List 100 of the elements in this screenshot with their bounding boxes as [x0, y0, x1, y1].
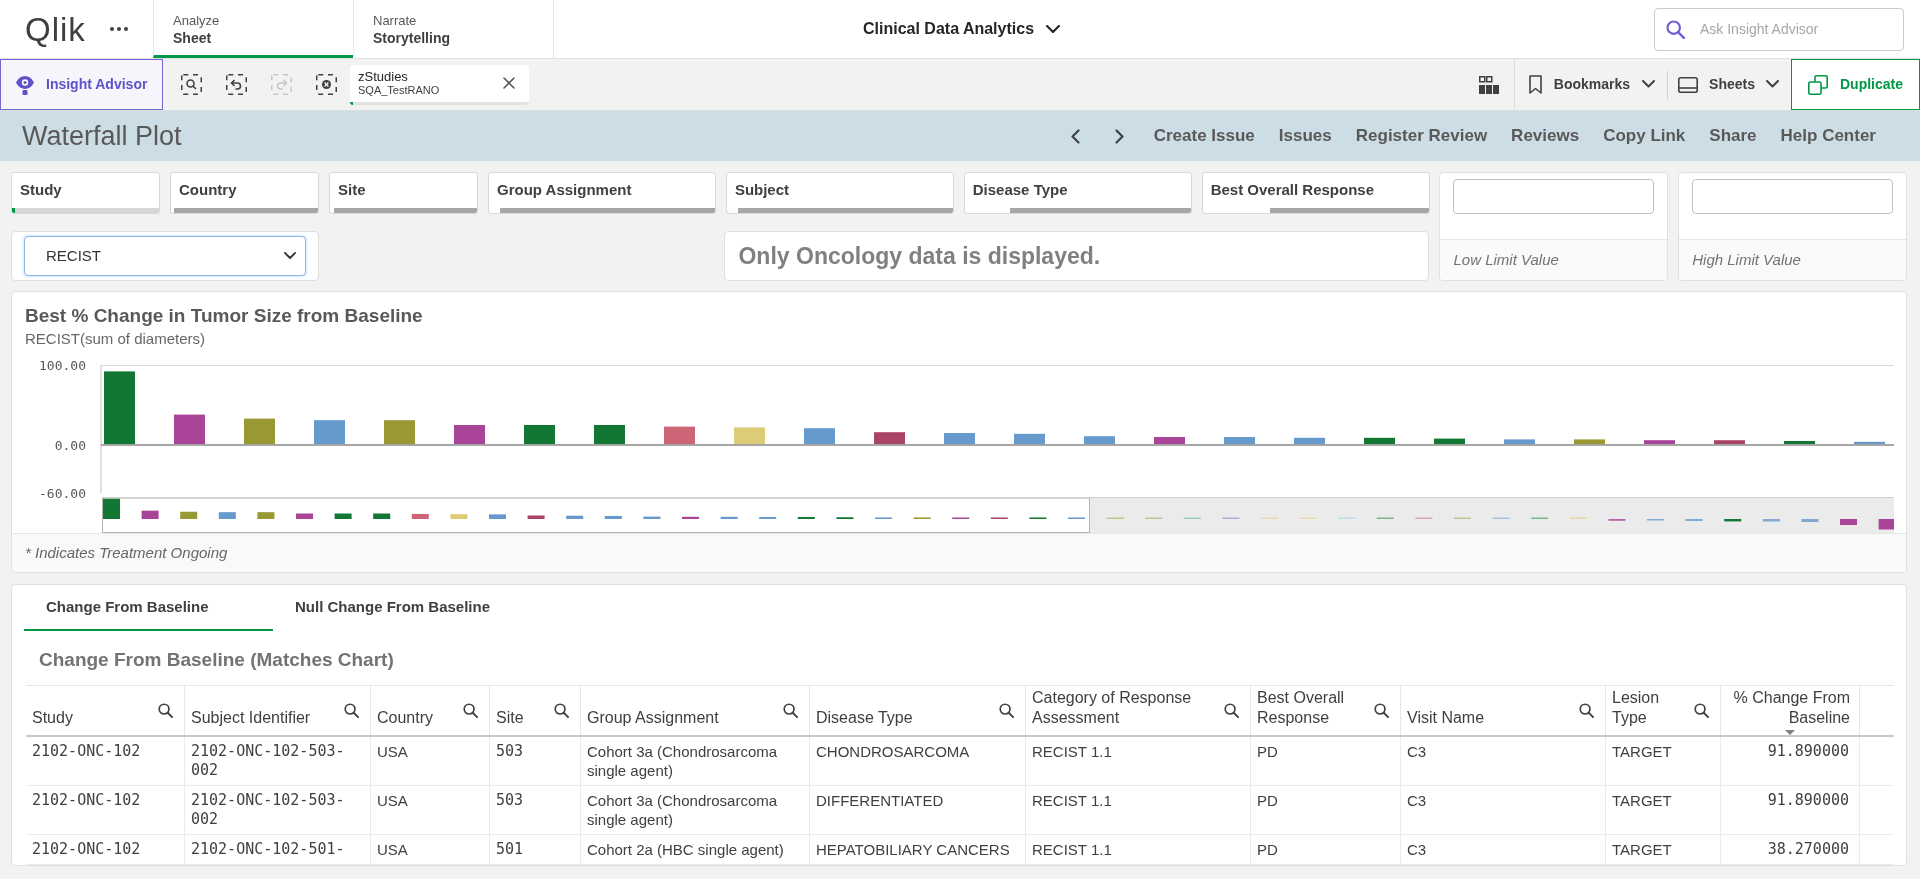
measure-dropdown[interactable]: RECIST	[24, 236, 306, 276]
column-header[interactable]: Best Overall Response	[1251, 686, 1401, 735]
tab[interactable]: Change From Baseline	[24, 585, 273, 631]
sheet-title: Waterfall Plot	[22, 120, 182, 152]
mini-bar	[257, 512, 275, 519]
filter-pane[interactable]: Group Assignment	[488, 172, 716, 214]
filter-pane[interactable]: Study	[11, 172, 160, 214]
selection-chip[interactable]: zStudies SQA_TestRANO	[350, 64, 529, 105]
chevron-right-icon	[1115, 128, 1125, 144]
logo: Qlik	[25, 12, 86, 46]
insight-advisor-button[interactable]: Insight Advisor	[0, 59, 163, 110]
nav-link[interactable]: Issues	[1278, 123, 1332, 149]
nav-link[interactable]: Share	[1709, 123, 1757, 149]
selection-field-name: zStudies	[358, 69, 408, 84]
bookmarks-button[interactable]: Bookmarks	[1514, 59, 1668, 110]
table-cell: PD	[1251, 835, 1401, 864]
column-header[interactable]: Lesion Type	[1606, 686, 1721, 735]
tab[interactable]: Null Change From Baseline	[273, 585, 522, 631]
y-tick-label: 100.00	[39, 357, 86, 373]
nav-link[interactable]: Register Review	[1355, 123, 1488, 149]
column-header[interactable]: Disease Type	[810, 686, 1026, 735]
column-header[interactable]: Study	[26, 686, 185, 735]
table-cell: 2102-ONC-102	[26, 835, 185, 864]
search-icon	[999, 703, 1014, 718]
search-icon	[1224, 703, 1239, 718]
mini-bar	[180, 511, 198, 519]
filter-pane[interactable]: Country	[170, 172, 319, 214]
table-cell: PD	[1251, 786, 1401, 834]
table-cell: USA	[371, 835, 490, 864]
filter-pane[interactable]: Subject	[725, 172, 954, 214]
column-header[interactable]: Subject Identifier	[185, 686, 371, 735]
chart-navigator[interactable]	[102, 497, 1894, 533]
nav-link[interactable]: Reviews	[1511, 123, 1580, 149]
chevron-down-icon	[1046, 24, 1061, 34]
filter-pane[interactable]: Best Overall Response	[1201, 172, 1430, 214]
table-cell: 2102-ONC-102	[26, 737, 185, 785]
chart-bar	[524, 425, 555, 445]
table-title: Change From Baseline (Matches Chart)	[39, 648, 394, 672]
nav-tab[interactable]: Narrate Storytelling	[353, 0, 553, 58]
filter-pane[interactable]: Disease Type	[963, 172, 1192, 214]
nav-link[interactable]: Create Issue	[1153, 123, 1255, 149]
duplicate-button[interactable]: Duplicate	[1791, 59, 1920, 110]
dashed-clear-icon	[316, 74, 337, 95]
selection-value: SQA_TestRANO	[358, 84, 440, 97]
search-icon	[1666, 19, 1685, 39]
table-cell: 503	[490, 786, 581, 834]
column-header[interactable]: Category of Response Assessment	[1026, 686, 1251, 735]
chart-bar	[314, 420, 345, 445]
table-cell: TARGET	[1606, 786, 1721, 834]
chevron-down-icon	[1766, 80, 1779, 89]
column-header[interactable]: Visit Name	[1401, 686, 1606, 735]
table-cell: HEPATOBILIARY CANCERS	[810, 835, 1026, 864]
chevron-left-icon	[1071, 128, 1081, 144]
search-field[interactable]: Ask Insight Advisor	[1654, 7, 1904, 51]
column-header[interactable]: % Change From Baseline	[1721, 686, 1860, 735]
chart-bar	[174, 414, 205, 445]
nav-link[interactable]: Copy Link	[1603, 123, 1686, 149]
nav-link[interactable]: Help Center	[1780, 123, 1876, 149]
limit-input[interactable]	[1692, 179, 1893, 214]
column-header[interactable]: Group Assignment	[581, 686, 810, 735]
chart-bar	[454, 425, 485, 445]
mini-bar	[604, 515, 622, 519]
chart-bar	[944, 433, 975, 445]
mini-bar	[682, 516, 699, 519]
table-cell: 503	[490, 737, 581, 785]
search-icon	[463, 703, 478, 718]
column-header[interactable]: Country	[371, 686, 490, 735]
chart-bar	[594, 425, 625, 445]
search-icon	[783, 703, 798, 718]
table-cell: RECIST 1.1	[1026, 835, 1251, 864]
mini-bar	[1724, 519, 1742, 522]
table-cell: 2102-ONC-102	[26, 786, 185, 834]
dashed-magnifier-icon	[181, 74, 202, 95]
search-icon	[1579, 703, 1594, 718]
app-title-button[interactable]: Clinical Data Analytics	[863, 17, 1061, 41]
table-cell: TARGET	[1606, 835, 1721, 864]
table-cell: 2102-ONC-102-503-002	[185, 786, 371, 834]
more-icon	[109, 27, 128, 31]
search-icon	[344, 703, 359, 718]
limit-label: High Limit Value	[1679, 240, 1906, 280]
table-cell: 38.270000	[1721, 835, 1860, 864]
sheets-button[interactable]: Sheets	[1668, 59, 1791, 110]
mini-bar	[218, 512, 236, 519]
mini-bar	[1801, 519, 1819, 522]
search-icon	[158, 703, 173, 718]
search-icon	[554, 703, 569, 718]
grid-icon	[1478, 75, 1499, 94]
chart-bar	[734, 427, 765, 445]
limit-input[interactable]	[1453, 179, 1655, 214]
search-icon	[1694, 703, 1709, 718]
bookmark-icon	[1528, 75, 1542, 94]
filter-pane[interactable]: Site	[329, 172, 478, 214]
column-header[interactable]: Site	[490, 686, 581, 735]
sheet-icon	[1678, 76, 1699, 93]
copy-icon	[1808, 74, 1828, 95]
mini-bar	[1840, 519, 1857, 525]
table-cell: C3	[1401, 737, 1606, 785]
info-message: Only Oncology data is displayed.	[724, 231, 1430, 281]
table-cell: DIFFERENTIATED	[810, 786, 1026, 834]
mini-bar	[296, 513, 313, 519]
